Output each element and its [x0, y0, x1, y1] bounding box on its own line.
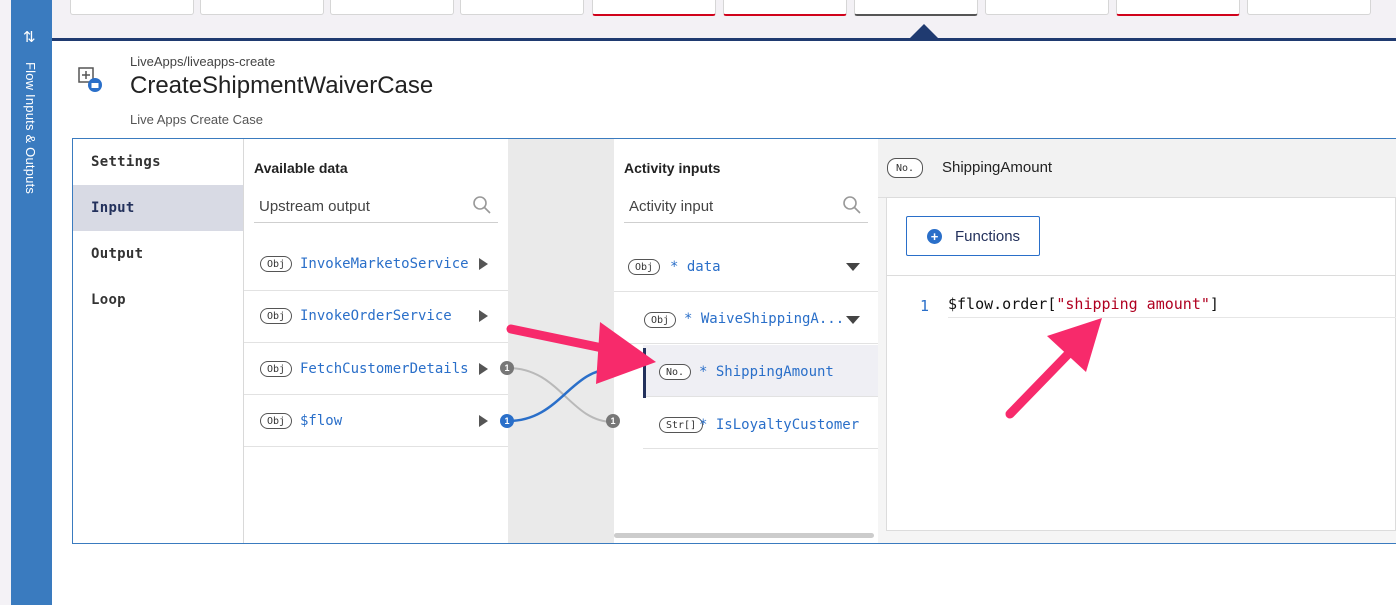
code-string-literal: "shipping amount"	[1056, 295, 1210, 313]
type-pill: No.	[659, 364, 692, 380]
mapping-node[interactable]: 1	[500, 361, 514, 375]
expand-arrow-icon[interactable]	[479, 310, 488, 322]
available-row[interactable]: Obj $flow	[244, 395, 508, 447]
available-row[interactable]: Obj InvokeMarketoService	[244, 239, 508, 291]
horizontal-scrollbar[interactable]	[614, 533, 874, 538]
available-data-heading: Available data	[254, 160, 348, 176]
flow-io-rail[interactable]: ⇅ Flow Inputs & Outputs	[11, 0, 52, 605]
nav-input[interactable]: Input	[73, 185, 243, 231]
search-icon[interactable]	[842, 195, 862, 215]
available-row-label: InvokeOrderService	[300, 308, 452, 324]
create-case-icon	[78, 67, 102, 92]
activity-tab[interactable]	[985, 0, 1109, 15]
config-nav: Settings Input Output Loop	[73, 139, 244, 543]
available-row-label: $flow	[300, 413, 343, 429]
available-row-label: FetchCustomerDetails	[300, 361, 469, 377]
type-pill: No.	[887, 158, 924, 178]
activity-row-label: * ShippingAmount	[699, 364, 834, 380]
flow-io-label: Flow Inputs & Outputs	[23, 62, 38, 195]
editor-field-name: ShippingAmount	[942, 159, 1053, 176]
activity-row-selected[interactable]: No. * ShippingAmount	[643, 345, 878, 397]
search-icon[interactable]	[472, 195, 492, 215]
plus-icon: +	[927, 229, 942, 244]
upstream-search-placeholder: Upstream output	[259, 198, 370, 215]
type-pill: Obj	[628, 259, 661, 275]
type-pill: Obj	[260, 308, 293, 324]
activity-tab[interactable]	[1247, 0, 1371, 15]
mapping-node[interactable]: 1	[606, 361, 620, 375]
type-pill: Str[]	[659, 417, 704, 433]
activity-search-placeholder: Activity input	[629, 198, 714, 215]
activity-row-label: * data	[670, 259, 721, 275]
available-row[interactable]: Obj FetchCustomerDetails	[244, 343, 508, 395]
activity-tab-strip	[52, 0, 1396, 40]
activity-tab[interactable]	[200, 0, 324, 15]
expand-arrow-icon[interactable]	[479, 363, 488, 375]
activity-tab-error[interactable]	[592, 0, 716, 16]
line-number: 1	[920, 297, 930, 315]
type-pill: Obj	[260, 361, 293, 377]
page-subtitle: Live Apps Create Case	[130, 112, 263, 127]
editor-divider	[886, 275, 1396, 276]
selection-indicator	[643, 348, 646, 398]
functions-button[interactable]: + Functions	[906, 216, 1040, 256]
selected-tab-pointer	[910, 24, 938, 38]
available-row[interactable]: Obj InvokeOrderService	[244, 291, 508, 343]
type-pill: Obj	[644, 312, 677, 328]
collapse-arrow-icon[interactable]	[846, 263, 860, 271]
activity-search[interactable]: Activity input	[624, 192, 868, 223]
activity-row[interactable]: Obj * data	[614, 240, 878, 292]
activity-row-label: * IsLoyaltyCustomer	[699, 417, 860, 433]
page-title: CreateShipmentWaiverCase	[130, 72, 434, 99]
code-expr-suffix: ]	[1209, 295, 1219, 313]
upstream-search[interactable]: Upstream output	[254, 192, 498, 223]
swap-icon[interactable]: ⇅	[23, 28, 36, 46]
activity-tab[interactable]	[330, 0, 454, 15]
activity-tab[interactable]	[460, 0, 584, 15]
expand-arrow-icon[interactable]	[479, 415, 488, 427]
activity-inputs-heading: Activity inputs	[624, 160, 721, 176]
activity-row[interactable]: Str[] * IsLoyaltyCustomer	[643, 397, 878, 449]
type-pill: Obj	[260, 256, 293, 272]
nav-loop[interactable]: Loop	[73, 277, 243, 323]
expand-arrow-icon[interactable]	[479, 258, 488, 270]
nav-settings[interactable]: Settings	[73, 139, 243, 185]
code-expr-prefix: $flow.order[	[948, 295, 1057, 313]
activity-tab-error[interactable]	[723, 0, 847, 16]
activity-row-label: * WaiveShippingA...	[684, 311, 845, 327]
type-pill: Obj	[260, 413, 293, 429]
activity-tab-error[interactable]	[1116, 0, 1240, 16]
nav-output[interactable]: Output	[73, 231, 243, 277]
activity-tab[interactable]	[70, 0, 194, 15]
code-line[interactable]: $flow.order["shipping amount"]	[948, 295, 1396, 318]
header-divider	[52, 38, 1396, 41]
mapping-node[interactable]: 1	[500, 414, 514, 428]
mapping-gutter	[508, 139, 614, 543]
editor-header: No. ShippingAmount	[878, 139, 1396, 198]
activity-tab-selected[interactable]	[854, 0, 978, 16]
collapse-arrow-icon[interactable]	[846, 316, 860, 324]
available-row-label: InvokeMarketoService	[300, 256, 469, 272]
activity-row[interactable]: Obj * WaiveShippingA...	[628, 292, 878, 344]
breadcrumb: LiveApps/liveapps-create	[130, 54, 276, 69]
mapping-node[interactable]: 1	[606, 414, 620, 428]
functions-label: Functions	[955, 228, 1021, 245]
